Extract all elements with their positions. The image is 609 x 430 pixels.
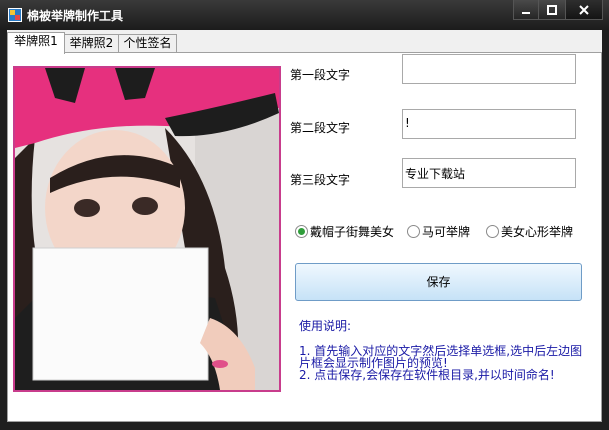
title-bar[interactable]: 棉被举牌制作工具 xyxy=(0,0,609,30)
field3-input[interactable]: 专业下载站 xyxy=(402,158,576,188)
field1-label: 第一段文字 xyxy=(290,68,351,82)
window-frame-bottom xyxy=(0,422,609,430)
client-area: 举牌照1 举牌照2 个性签名 第一段文字 第二段文字 ! 第三段文字 专业下载站… xyxy=(7,30,602,422)
radio-checked-icon xyxy=(295,225,308,238)
radio-unchecked-icon xyxy=(486,225,499,238)
radio-unchecked-icon xyxy=(407,225,420,238)
close-icon xyxy=(579,5,589,15)
window-title: 棉被举牌制作工具 xyxy=(27,9,124,23)
maximize-icon xyxy=(547,5,557,15)
tab-raise-sign-2[interactable]: 举牌照2 xyxy=(64,34,119,53)
tab-signature[interactable]: 个性签名 xyxy=(118,34,177,53)
tab-panel: 第一段文字 第二段文字 ! 第三段文字 专业下载站 戴帽子街舞美女 马可举牌 美… xyxy=(7,52,602,422)
radio-cap-dancer[interactable]: 戴帽子街舞美女 xyxy=(295,224,394,240)
radio-heart-sign[interactable]: 美女心形举牌 xyxy=(486,224,573,240)
field2-input[interactable]: ! xyxy=(402,109,576,139)
radio-mark-sign[interactable]: 马可举牌 xyxy=(407,224,470,240)
minimize-icon xyxy=(522,12,530,14)
radio-label: 戴帽子街舞美女 xyxy=(310,225,395,239)
window-frame-right xyxy=(602,30,609,430)
close-button[interactable] xyxy=(565,0,603,20)
save-button[interactable]: 保存 xyxy=(295,263,582,301)
maximize-button[interactable] xyxy=(538,0,566,20)
field1-input[interactable] xyxy=(402,54,576,84)
field2-label: 第二段文字 xyxy=(290,121,351,135)
radio-label: 马可举牌 xyxy=(422,225,471,239)
radio-label: 美女心形举牌 xyxy=(501,225,574,239)
window-frame-left xyxy=(0,30,7,430)
instructions-line: 2. 点击保存,会保存在软件根目录,并以时间命名! xyxy=(299,368,555,382)
minimize-button[interactable] xyxy=(513,0,539,20)
instructions-heading: 使用说明: xyxy=(299,319,352,333)
field3-label: 第三段文字 xyxy=(290,173,351,187)
app-icon xyxy=(8,8,22,22)
preview-image xyxy=(13,66,281,392)
preview-photo-illustration xyxy=(15,68,279,390)
tab-raise-sign-1[interactable]: 举牌照1 xyxy=(7,32,65,54)
